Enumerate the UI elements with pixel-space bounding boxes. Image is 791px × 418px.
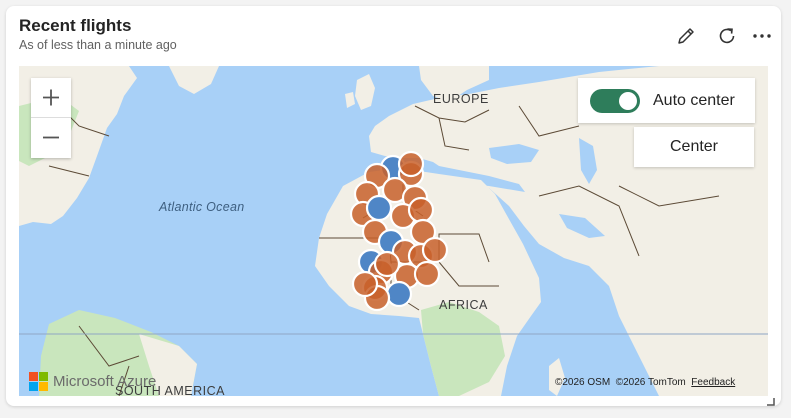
center-button[interactable]: Center [634, 127, 754, 167]
zoom-in-button[interactable] [31, 78, 71, 118]
flight-marker [407, 196, 435, 224]
auto-center-label: Auto center [653, 92, 735, 109]
minus-icon [43, 136, 59, 139]
flight-map[interactable]: EUROPE Atlantic Ocean AFRICA SOUTH AMERI… [19, 66, 768, 396]
more-options-button[interactable] [750, 24, 774, 48]
label-africa: AFRICA [439, 298, 488, 312]
plus-icon [43, 89, 59, 106]
card-title: Recent flights [19, 16, 132, 35]
flight-marker [365, 194, 393, 222]
toggle-knob [619, 92, 637, 110]
flight-marker [385, 280, 413, 308]
zoom-control [31, 78, 71, 158]
card-subtitle: As of less than a minute ago [19, 38, 177, 52]
tomtom-attribution: ©2026 TomTom [615, 377, 686, 388]
osm-attribution: ©2026 OSM [555, 377, 611, 388]
recent-flights-card: Recent flights As of less than a minute … [6, 6, 781, 406]
auto-center-toggle[interactable] [590, 89, 640, 113]
feedback-link[interactable]: Feedback [691, 377, 735, 388]
brand-name: Microsoft Azure [53, 373, 157, 390]
resize-handle-icon[interactable] [765, 396, 775, 406]
edit-button[interactable] [674, 24, 698, 48]
flight-marker [397, 150, 425, 178]
zoom-out-button[interactable] [31, 118, 71, 157]
flight-marker [351, 270, 379, 298]
flight-marker [421, 236, 449, 264]
auto-center-control: Auto center [578, 78, 755, 123]
label-europe: EUROPE [433, 92, 489, 106]
microsoft-azure-brand: Microsoft Azure [29, 372, 156, 392]
refresh-icon [719, 28, 735, 44]
pencil-icon [678, 28, 694, 44]
microsoft-logo-icon [29, 372, 48, 391]
more-icon [753, 34, 771, 38]
flight-marker [373, 250, 401, 278]
label-atlantic-ocean: Atlantic Ocean [159, 200, 245, 214]
refresh-button[interactable] [715, 24, 739, 48]
flight-marker [413, 260, 441, 288]
map-attribution: ©2026 OSM ©2026 TomTom Feedback [555, 377, 735, 388]
